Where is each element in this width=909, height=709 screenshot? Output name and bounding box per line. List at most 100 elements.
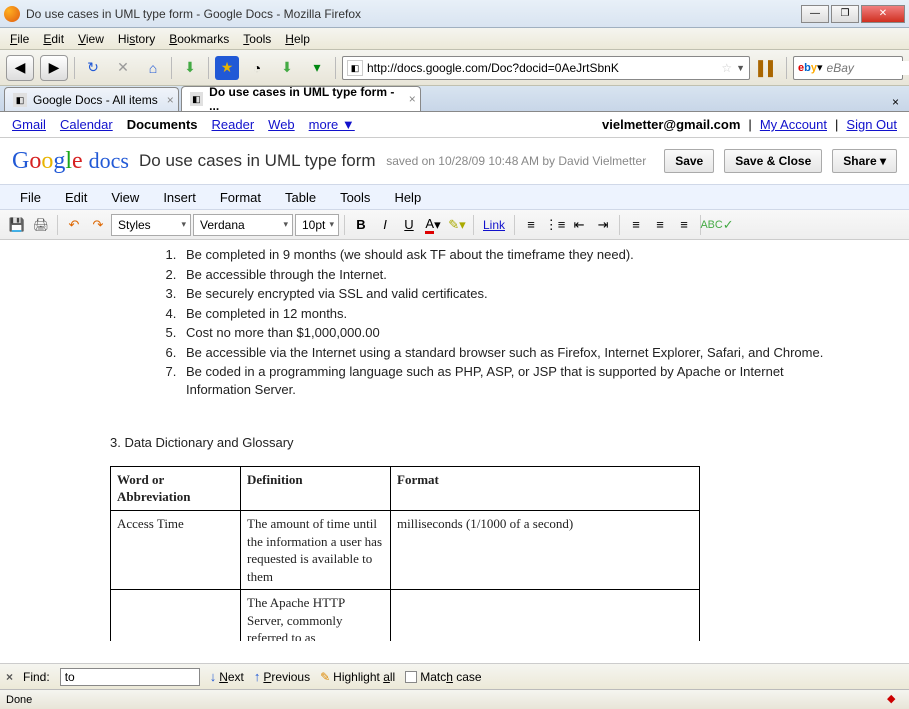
favicon-icon: ◧ [347, 60, 363, 76]
spellcheck-icon[interactable]: ABC✓ [706, 214, 728, 236]
save-close-button[interactable]: Save & Close [724, 149, 822, 173]
reload-button[interactable]: ↻ [81, 56, 105, 80]
size-select[interactable]: 10pt [295, 214, 339, 236]
my-account-link[interactable]: My Account [760, 117, 827, 132]
forward-button[interactable]: ▶ [40, 55, 68, 81]
menu-tools[interactable]: Tools [237, 30, 277, 48]
docs-menubar: File Edit View Insert Format Table Tools… [0, 184, 909, 210]
print-icon[interactable]: 🖨 [30, 214, 52, 236]
underline-icon[interactable]: U [398, 214, 420, 236]
docs-menu-table[interactable]: Table [275, 187, 326, 208]
table-header: Definition [241, 466, 391, 510]
bold-icon[interactable]: B [350, 214, 372, 236]
addon-icon[interactable]: ▾ [305, 56, 329, 80]
menu-edit[interactable]: Edit [37, 30, 70, 48]
highlight-icon: ✎ [320, 670, 330, 684]
url-bar[interactable]: ◧ ☆ ▼ [342, 56, 750, 80]
tab-close-all[interactable]: × [886, 93, 905, 111]
undo-icon[interactable]: ↶ [63, 214, 85, 236]
search-box[interactable]: eby▾ 🔍 [793, 56, 903, 80]
dropdown-icon[interactable]: ▼ [736, 63, 745, 73]
home-button[interactable]: ⌂ [141, 56, 165, 80]
menu-bookmarks[interactable]: Bookmarks [163, 30, 235, 48]
gbar-more[interactable]: more ▼ [309, 117, 355, 132]
highlight-icon[interactable]: ✎▾ [446, 214, 468, 236]
docs-menu-view[interactable]: View [101, 187, 149, 208]
separator [208, 57, 209, 79]
menu-file[interactable]: File [4, 30, 35, 48]
styles-select[interactable]: Styles [111, 214, 191, 236]
docs-menu-edit[interactable]: Edit [55, 187, 97, 208]
docs-menu-format[interactable]: Format [210, 187, 271, 208]
align-left-icon[interactable]: ≡ [625, 214, 647, 236]
back-button[interactable]: ◀ [6, 55, 34, 81]
google-docs-logo[interactable]: Google docs [12, 148, 129, 175]
url-input[interactable] [367, 61, 717, 75]
noscript-icon[interactable]: ◆ [887, 692, 903, 708]
bookmark-star[interactable]: ☆ [721, 61, 732, 75]
maximize-button[interactable]: ❐ [831, 5, 859, 23]
find-next-button[interactable]: ↓Next [210, 669, 244, 684]
document-page[interactable]: Be completed in 9 months (we should ask … [0, 240, 909, 641]
bulleted-list-icon[interactable]: ⋮≡ [544, 214, 566, 236]
text-color-icon[interactable]: A▾ [422, 214, 444, 236]
find-close-icon[interactable]: × [6, 670, 13, 684]
sign-out-link[interactable]: Sign Out [846, 117, 897, 132]
window-titlebar: Do use cases in UML type form - Google D… [0, 0, 909, 28]
cookie-icon[interactable]: ◔ [245, 56, 269, 80]
list-item: Be completed in 9 months (we should ask … [180, 246, 839, 264]
docs-menu-insert[interactable]: Insert [153, 187, 206, 208]
align-center-icon[interactable]: ≡ [649, 214, 671, 236]
download-helper-icon[interactable]: ⬇ [275, 56, 299, 80]
menu-view[interactable]: View [72, 30, 110, 48]
bookmark-star-icon[interactable]: ★ [215, 56, 239, 80]
separator [74, 57, 75, 79]
docs-menu-help[interactable]: Help [384, 187, 431, 208]
downloads-button[interactable]: ⬇ [178, 56, 202, 80]
numbered-list-icon[interactable]: ≡ [520, 214, 542, 236]
indent-icon[interactable]: ⇥ [592, 214, 614, 236]
find-input[interactable] [60, 668, 200, 686]
search-input[interactable] [827, 61, 909, 75]
docs-menu-tools[interactable]: Tools [330, 187, 380, 208]
minimize-button[interactable]: — [801, 5, 829, 23]
gbar-reader[interactable]: Reader [212, 117, 255, 132]
gbar-web[interactable]: Web [268, 117, 295, 132]
document-title[interactable]: Do use cases in UML type form [139, 151, 376, 171]
tab-current-doc[interactable]: ◧ Do use cases in UML type form - ... × [181, 86, 421, 111]
document-scroll-area[interactable]: Be completed in 9 months (we should ask … [0, 240, 909, 641]
bookmarks-sidebar-icon[interactable]: ▌▌ [756, 56, 780, 80]
share-button[interactable]: Share ▾ [832, 149, 897, 173]
font-select[interactable]: Verdana [193, 214, 293, 236]
docs-header: Google docs Do use cases in UML type for… [0, 138, 909, 184]
outdent-icon[interactable]: ⇤ [568, 214, 590, 236]
save-icon[interactable]: 💾 [6, 214, 28, 236]
section-heading: 3. Data Dictionary and Glossary [110, 434, 839, 452]
tab-label: Google Docs - All items [33, 93, 158, 107]
find-prev-button[interactable]: ↑Previous [254, 669, 310, 684]
align-right-icon[interactable]: ≡ [673, 214, 695, 236]
docs-menu-file[interactable]: File [10, 187, 51, 208]
list-item: Be coded in a programming language such … [180, 363, 839, 398]
close-button[interactable]: ✕ [861, 5, 905, 23]
menu-history[interactable]: History [112, 30, 161, 48]
table-cell: Access Time [111, 511, 241, 590]
tab-close-icon[interactable]: × [409, 92, 416, 106]
status-text: Done [6, 694, 32, 706]
gbar-gmail[interactable]: Gmail [12, 117, 46, 132]
tab-google-docs-list[interactable]: ◧ Google Docs - All items × [4, 87, 179, 111]
separator [335, 57, 336, 79]
redo-icon[interactable]: ↷ [87, 214, 109, 236]
tab-close-icon[interactable]: × [167, 93, 174, 107]
gbar-documents[interactable]: Documents [127, 117, 198, 132]
menu-help[interactable]: Help [279, 30, 316, 48]
table-row: Access Time The amount of time until the… [111, 511, 700, 590]
stop-button[interactable]: ✕ [111, 56, 135, 80]
italic-icon[interactable]: I [374, 214, 396, 236]
highlight-all-button[interactable]: ✎Highlight all [320, 670, 395, 684]
find-bar: × Find: ↓Next ↑Previous ✎Highlight all M… [0, 663, 909, 689]
match-case-checkbox[interactable]: Match case [405, 670, 481, 684]
link-button[interactable]: Link [479, 218, 509, 232]
gbar-calendar[interactable]: Calendar [60, 117, 113, 132]
save-button[interactable]: Save [664, 149, 714, 173]
